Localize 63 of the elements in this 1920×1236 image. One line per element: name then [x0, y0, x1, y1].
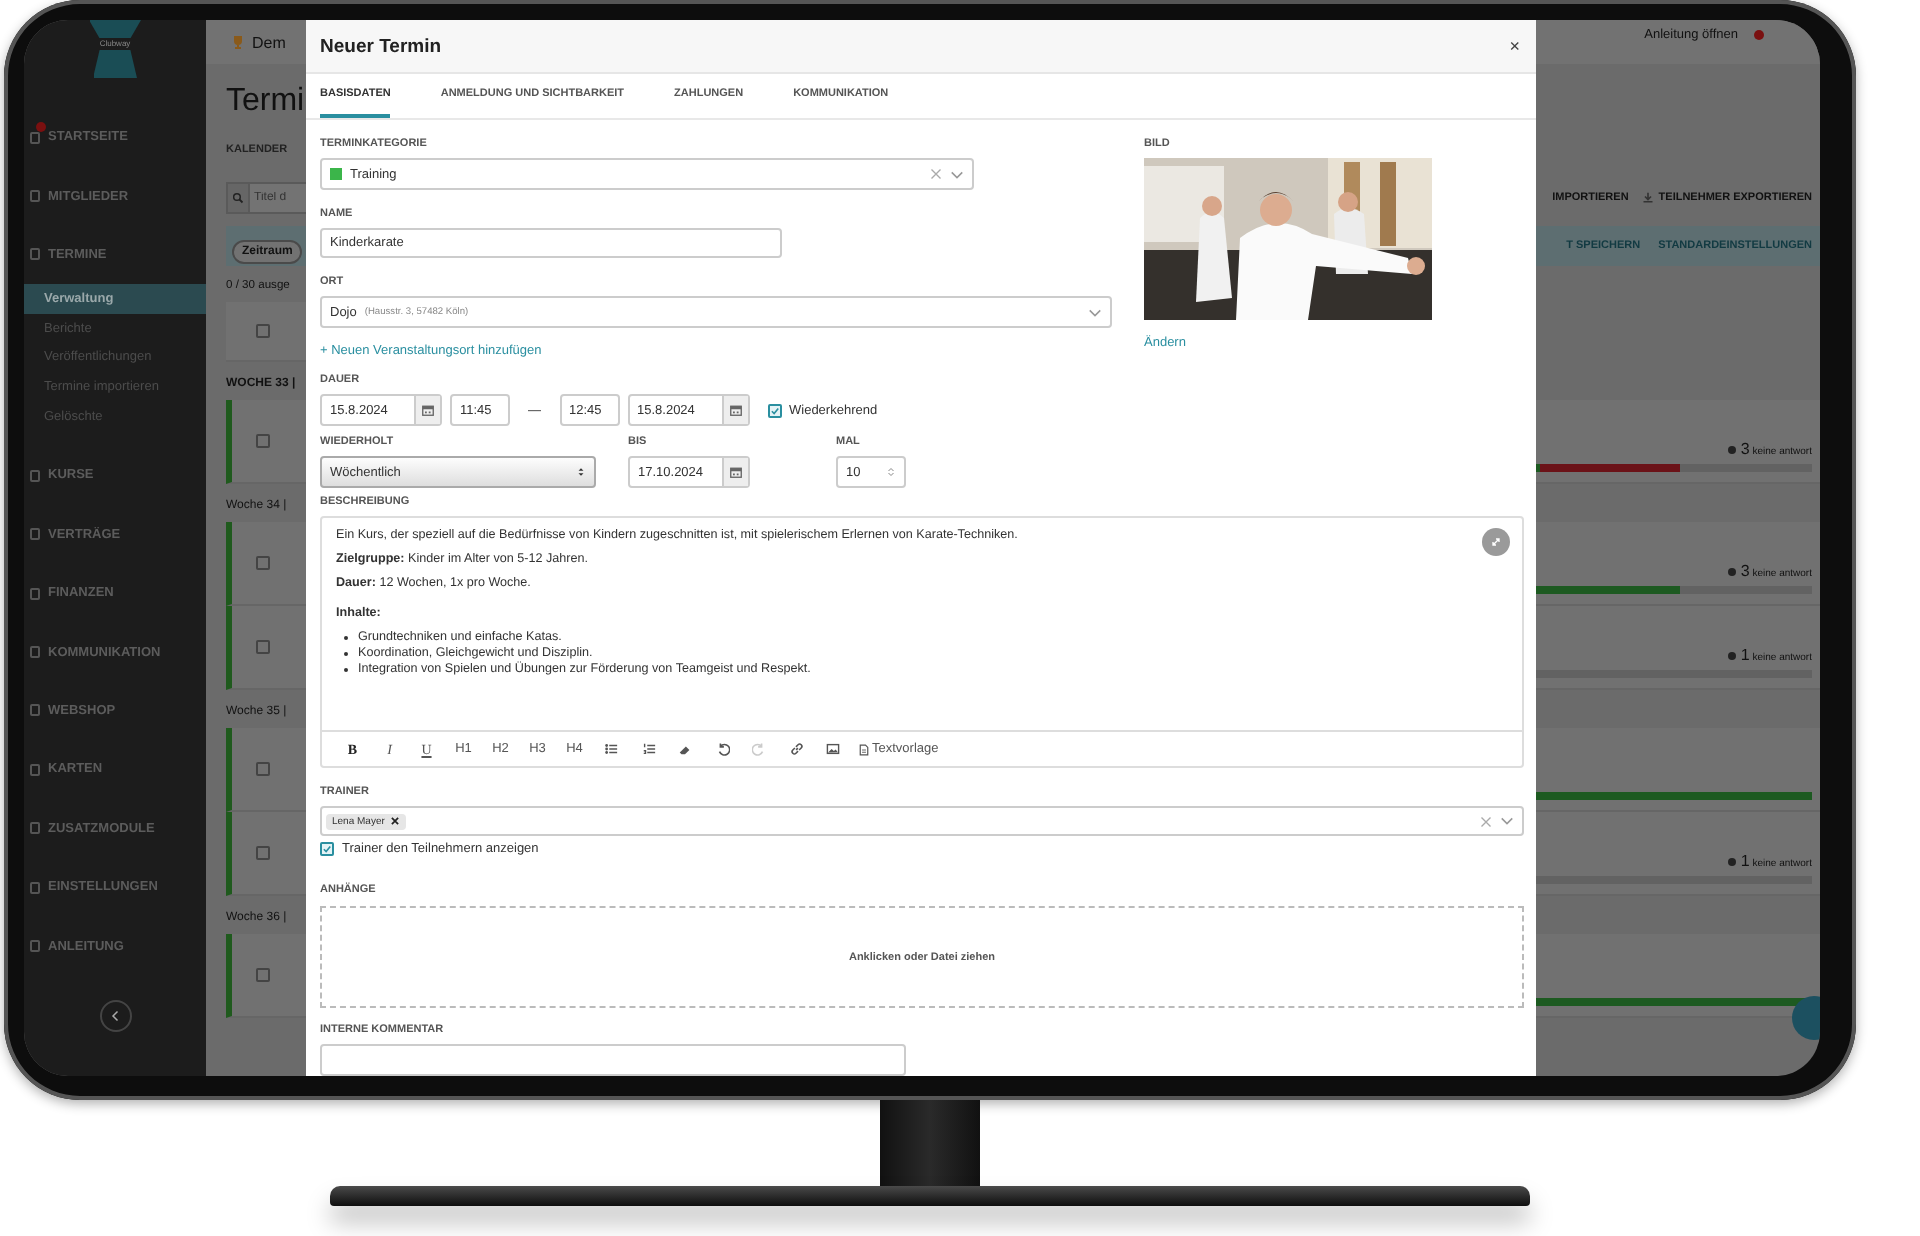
checkbox[interactable]	[256, 556, 270, 570]
page-icon	[30, 881, 40, 894]
checkbox[interactable]	[256, 968, 270, 982]
checkbox[interactable]	[256, 846, 270, 860]
dialog-title: Neuer Termin	[320, 35, 442, 57]
undo-icon[interactable]	[715, 742, 730, 756]
numbered-list-icon[interactable]	[641, 742, 656, 756]
page-icon	[30, 940, 40, 953]
eraser-icon[interactable]	[678, 742, 693, 756]
event-row[interactable]	[226, 522, 306, 606]
event-row[interactable]	[226, 728, 306, 812]
event-row[interactable]	[226, 400, 306, 484]
download-icon	[1642, 192, 1655, 204]
checkbox[interactable]	[320, 842, 334, 856]
event-row[interactable]	[226, 934, 306, 1018]
chevron-down-icon[interactable]	[1088, 305, 1102, 319]
page-icon	[30, 190, 40, 203]
alert-dot	[36, 122, 46, 132]
clear-icon[interactable]	[930, 168, 942, 180]
calendar-icon[interactable]	[422, 404, 434, 416]
bullet-list-icon[interactable]	[604, 742, 619, 756]
expand-icon[interactable]	[1490, 536, 1502, 548]
checkbox[interactable]	[256, 640, 270, 654]
expand-button[interactable]	[1482, 528, 1510, 556]
checkbox[interactable]	[256, 762, 270, 776]
checkbox[interactable]	[767, 403, 781, 417]
checkbox[interactable]	[256, 324, 270, 338]
status-dot	[1728, 445, 1737, 453]
comment-field[interactable]	[320, 1044, 906, 1076]
calendar-icon[interactable]	[729, 404, 741, 416]
chevron-down-icon[interactable]	[950, 167, 964, 181]
page-title: Termi	[226, 82, 305, 122]
close-button[interactable]: ×	[1509, 36, 1520, 56]
stand-neck	[880, 1100, 980, 1186]
event-row[interactable]	[226, 606, 306, 690]
event-row[interactable]	[226, 812, 306, 896]
trophy-icon	[230, 34, 246, 50]
status-dot	[1728, 567, 1737, 575]
page-icon	[30, 469, 40, 482]
page-icon	[30, 822, 40, 835]
status-dot	[1728, 857, 1737, 865]
remove-icon[interactable]	[390, 816, 401, 826]
page-icon	[30, 704, 40, 717]
account-name[interactable]: Dem	[252, 33, 286, 51]
clear-icon[interactable]	[1480, 815, 1492, 827]
document-icon[interactable]	[858, 743, 870, 755]
checkbox[interactable]	[256, 434, 270, 448]
calendar-icon[interactable]	[730, 466, 742, 478]
chevron-down-icon[interactable]	[1500, 814, 1514, 828]
page-icon	[30, 646, 40, 659]
collapse-button[interactable]	[99, 1000, 131, 1032]
status-dot	[1728, 651, 1737, 659]
link-icon[interactable]	[789, 742, 804, 756]
page-icon	[30, 248, 40, 261]
page-icon	[30, 763, 40, 776]
spinner-icon[interactable]	[886, 466, 896, 478]
image-icon[interactable]	[826, 742, 841, 756]
search-button[interactable]	[226, 182, 250, 214]
page-icon	[30, 528, 40, 541]
chevron-left-icon[interactable]	[109, 1010, 121, 1022]
updown-icon	[576, 466, 586, 478]
search-icon[interactable]	[232, 192, 244, 204]
page-icon	[30, 587, 40, 600]
